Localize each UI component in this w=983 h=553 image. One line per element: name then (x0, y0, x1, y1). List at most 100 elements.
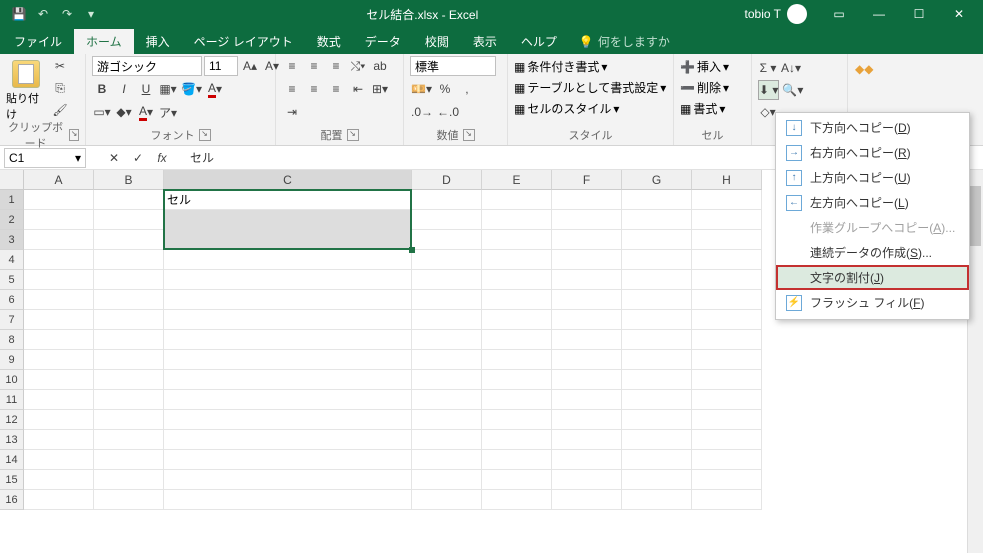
fill-color2-icon[interactable]: ◆▾ (114, 102, 134, 122)
dec-decimal-icon[interactable]: ←.0 (436, 102, 460, 122)
col-header-C[interactable]: C (164, 170, 412, 190)
col-header-F[interactable]: F (552, 170, 622, 190)
ribbon-display-icon[interactable]: ▭ (819, 0, 859, 28)
cell-G2[interactable] (622, 210, 692, 230)
cell-D13[interactable] (412, 430, 482, 450)
cell-C12[interactable] (164, 410, 412, 430)
cell-F2[interactable] (552, 210, 622, 230)
cell-E6[interactable] (482, 290, 552, 310)
fill-menu-item[interactable]: 文字の割付(J) (776, 265, 969, 290)
cell-F12[interactable] (552, 410, 622, 430)
cell-E2[interactable] (482, 210, 552, 230)
row-header-6[interactable]: 6 (0, 290, 24, 310)
cell-E5[interactable] (482, 270, 552, 290)
align-top-icon[interactable]: ≡ (282, 56, 302, 76)
cell-H7[interactable] (692, 310, 762, 330)
cell-B16[interactable] (94, 490, 164, 510)
fill-menu-item[interactable]: →右方向へコピー(R) (776, 140, 969, 165)
number-format[interactable] (410, 56, 496, 76)
maximize-icon[interactable]: ☐ (899, 0, 939, 28)
cell-B15[interactable] (94, 470, 164, 490)
font-launcher[interactable]: ↘ (199, 129, 211, 141)
scrollbar-thumb[interactable] (970, 186, 981, 246)
fx-icon[interactable]: fx (152, 148, 172, 168)
cell-B1[interactable] (94, 190, 164, 210)
cell-H15[interactable] (692, 470, 762, 490)
minimize-icon[interactable]: — (859, 0, 899, 28)
cell-A8[interactable] (24, 330, 94, 350)
indent-inc-icon[interactable]: ⇥ (282, 102, 302, 122)
copy-icon[interactable]: ⎘ (50, 78, 70, 98)
cell-A6[interactable] (24, 290, 94, 310)
cell-A9[interactable] (24, 350, 94, 370)
addins-icon[interactable]: ◆◆ (854, 56, 874, 76)
increase-font-icon[interactable]: A▴ (240, 56, 260, 76)
cell-D16[interactable] (412, 490, 482, 510)
cell-E16[interactable] (482, 490, 552, 510)
font-color2-icon[interactable]: A▾ (136, 102, 156, 122)
cell-D1[interactable] (412, 190, 482, 210)
row-header-9[interactable]: 9 (0, 350, 24, 370)
cell-G12[interactable] (622, 410, 692, 430)
conditional-format-button[interactable]: ▦条件付き書式 ▾ (514, 58, 607, 75)
find-icon[interactable]: 🔍▾ (781, 80, 804, 100)
undo-icon[interactable]: ↶ (34, 5, 52, 23)
cell-B3[interactable] (94, 230, 164, 250)
fill-menu-item[interactable]: ↑上方向へコピー(U) (776, 165, 969, 190)
cell-A15[interactable] (24, 470, 94, 490)
font-size[interactable] (204, 56, 238, 76)
cell-B2[interactable] (94, 210, 164, 230)
cell-G14[interactable] (622, 450, 692, 470)
cell-E8[interactable] (482, 330, 552, 350)
cell-F9[interactable] (552, 350, 622, 370)
cell-D3[interactable] (412, 230, 482, 250)
cell-C7[interactable] (164, 310, 412, 330)
percent-icon[interactable]: % (435, 79, 455, 99)
number-launcher[interactable]: ↘ (463, 129, 475, 141)
cancel-formula-icon[interactable]: ✕ (104, 148, 124, 168)
cell-H13[interactable] (692, 430, 762, 450)
cell-D7[interactable] (412, 310, 482, 330)
cell-A7[interactable] (24, 310, 94, 330)
cell-F6[interactable] (552, 290, 622, 310)
qat-customize-icon[interactable]: ▾ (82, 5, 100, 23)
cell-H16[interactable] (692, 490, 762, 510)
cell-B9[interactable] (94, 350, 164, 370)
cell-styles-button[interactable]: ▦セルのスタイル ▾ (514, 100, 619, 117)
cell-G16[interactable] (622, 490, 692, 510)
row-header-2[interactable]: 2 (0, 210, 24, 230)
align-bottom-icon[interactable]: ≡ (326, 56, 346, 76)
format-painter-icon[interactable]: 🖌 (50, 100, 70, 120)
cell-F16[interactable] (552, 490, 622, 510)
cell-D10[interactable] (412, 370, 482, 390)
cell-H6[interactable] (692, 290, 762, 310)
cell-C15[interactable] (164, 470, 412, 490)
cell-F1[interactable] (552, 190, 622, 210)
cell-E12[interactable] (482, 410, 552, 430)
fill-handle[interactable] (409, 247, 415, 253)
col-header-D[interactable]: D (412, 170, 482, 190)
cell-H9[interactable] (692, 350, 762, 370)
bold-button[interactable]: B (92, 79, 112, 99)
cell-H11[interactable] (692, 390, 762, 410)
cell-G15[interactable] (622, 470, 692, 490)
row-header-4[interactable]: 4 (0, 250, 24, 270)
cell-F3[interactable] (552, 230, 622, 250)
cell-H14[interactable] (692, 450, 762, 470)
select-all-corner[interactable] (0, 170, 24, 190)
cell-F11[interactable] (552, 390, 622, 410)
cell-B5[interactable] (94, 270, 164, 290)
cell-E14[interactable] (482, 450, 552, 470)
enter-formula-icon[interactable]: ✓ (128, 148, 148, 168)
cell-F15[interactable] (552, 470, 622, 490)
tab-page-layout[interactable]: ページ レイアウト (182, 29, 305, 54)
col-header-E[interactable]: E (482, 170, 552, 190)
cell-E4[interactable] (482, 250, 552, 270)
comma-icon[interactable]: , (457, 79, 477, 99)
row-header-14[interactable]: 14 (0, 450, 24, 470)
col-header-G[interactable]: G (622, 170, 692, 190)
fill-menu-item[interactable]: ⚡フラッシュ フィル(F) (776, 290, 969, 315)
cell-G7[interactable] (622, 310, 692, 330)
tab-file[interactable]: ファイル (2, 29, 74, 54)
cell-H3[interactable] (692, 230, 762, 250)
